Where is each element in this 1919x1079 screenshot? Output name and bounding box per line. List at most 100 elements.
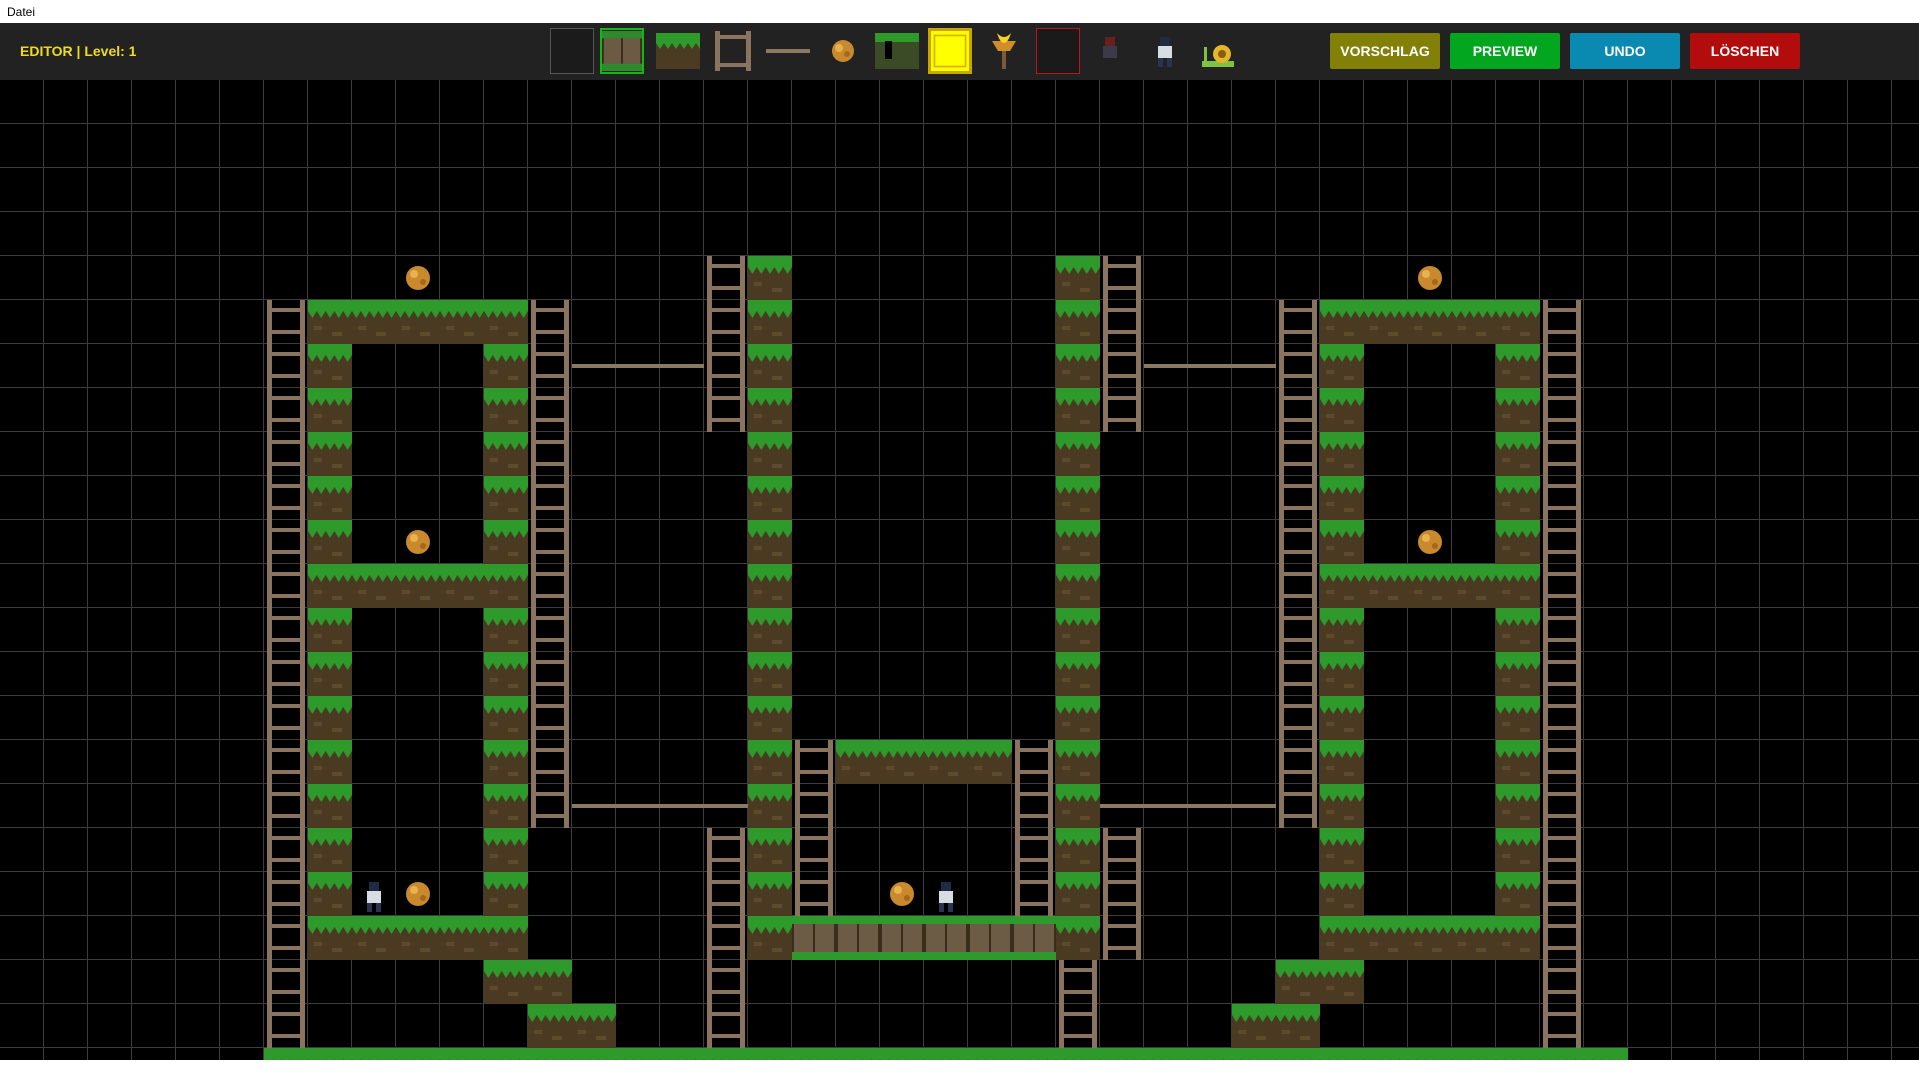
grass-tile[interactable] [1320,872,1364,916]
gold-nugget[interactable] [406,530,430,554]
ladder[interactable] [267,564,305,608]
ladder[interactable] [1543,476,1581,520]
ladder[interactable] [531,564,569,608]
grass-tile[interactable] [924,740,968,784]
grass-tile[interactable] [1056,740,1100,784]
grass-tile[interactable] [308,476,352,520]
rope[interactable] [1188,364,1232,368]
grass-tile[interactable] [1408,916,1452,960]
grass-tile[interactable] [748,828,792,872]
ladder[interactable] [531,652,569,696]
grass-tile[interactable] [1496,388,1540,432]
tool-torch[interactable] [982,28,1026,74]
ladder[interactable] [1103,872,1141,916]
grass-tile[interactable] [396,300,440,344]
grass-tile[interactable] [440,564,484,608]
grass-tile[interactable] [308,608,352,652]
grass-tile[interactable] [1496,872,1540,916]
grass-tile[interactable] [1056,784,1100,828]
ground-tile[interactable] [440,1048,484,1079]
grass-tile[interactable] [748,696,792,740]
tool-ladder[interactable] [711,28,755,74]
tool-enemy[interactable] [1088,28,1132,74]
ground-tile[interactable] [1540,1048,1584,1079]
grass-tile[interactable] [484,828,528,872]
ladder[interactable] [1279,784,1317,828]
tool-player[interactable] [1143,28,1187,74]
grass-tile[interactable] [1496,432,1540,476]
ladder[interactable] [531,520,569,564]
grass-tile[interactable] [484,476,528,520]
ground-tile[interactable] [396,1048,440,1079]
ground-tile[interactable] [748,1048,792,1079]
ladder[interactable] [267,520,305,564]
loeschen-button[interactable]: LÖSCHEN [1690,33,1800,69]
grass-tile[interactable] [1056,300,1100,344]
grass-tile[interactable] [484,784,528,828]
grass-tile[interactable] [484,872,528,916]
grass-tile[interactable] [1452,300,1496,344]
grass-tile[interactable] [308,872,352,916]
grass-tile[interactable] [748,388,792,432]
ground-tile[interactable] [528,1048,572,1079]
grass-tile[interactable] [352,564,396,608]
rope[interactable] [616,804,660,808]
level-editor-canvas[interactable] [0,80,1919,1079]
grass-tile[interactable] [1496,300,1540,344]
grass-tile[interactable] [1056,344,1100,388]
ground-tile[interactable] [880,1048,924,1079]
grass-tile[interactable] [1320,960,1364,1004]
menu-datei[interactable]: Datei [7,5,35,19]
gold-nugget[interactable] [406,266,430,290]
tool-eraser[interactable] [1036,28,1080,74]
ladder[interactable] [1059,960,1097,1004]
ladder[interactable] [707,300,745,344]
ladder[interactable] [795,784,833,828]
grass-tile[interactable] [528,1004,572,1048]
grass-tile[interactable] [1496,784,1540,828]
ladder[interactable] [267,300,305,344]
ladder[interactable] [1279,344,1317,388]
grass-tile[interactable] [748,872,792,916]
ladder[interactable] [1279,652,1317,696]
grass-tile[interactable] [1496,652,1540,696]
grass-tile[interactable] [308,344,352,388]
grass-tile[interactable] [1452,916,1496,960]
grass-tile[interactable] [308,388,352,432]
ladder[interactable] [531,300,569,344]
ladder[interactable] [1103,300,1141,344]
grass-tile[interactable] [1320,696,1364,740]
grass-tile[interactable] [1320,388,1364,432]
ladder[interactable] [707,828,745,872]
ladder[interactable] [1279,388,1317,432]
grass-tile[interactable] [352,916,396,960]
ladder[interactable] [1543,388,1581,432]
ground-tile[interactable] [264,1048,308,1079]
ladder[interactable] [1279,696,1317,740]
ground-tile[interactable] [1144,1048,1188,1079]
grass-tile[interactable] [748,652,792,696]
rope[interactable] [572,804,616,808]
gold-nugget[interactable] [1418,266,1442,290]
ground-tile[interactable] [924,1048,968,1079]
grass-tile[interactable] [1056,828,1100,872]
ladder[interactable] [267,344,305,388]
rope[interactable] [616,364,660,368]
grass-tile[interactable] [748,608,792,652]
grass-tile[interactable] [396,564,440,608]
grass-tile[interactable] [1496,520,1540,564]
grass-tile[interactable] [1364,564,1408,608]
ladder[interactable] [267,388,305,432]
undo-button[interactable]: UNDO [1570,33,1680,69]
grass-tile[interactable] [308,520,352,564]
rope[interactable] [1232,364,1276,368]
ladder[interactable] [1543,300,1581,344]
ground-tile[interactable] [836,1048,880,1079]
ladder[interactable] [1015,740,1053,784]
ladder[interactable] [531,696,569,740]
gold-nugget[interactable] [1418,530,1442,554]
grass-tile[interactable] [484,608,528,652]
tool-grass-tile[interactable] [656,28,700,74]
rope[interactable] [660,804,704,808]
grass-tile[interactable] [1056,872,1100,916]
